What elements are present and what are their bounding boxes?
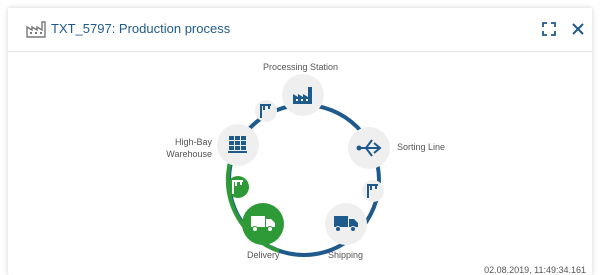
production-process-window: TXT_5797: Production process Processing … [8, 8, 592, 275]
sorting-line-node[interactable] [348, 127, 390, 169]
timestamp: 02.08.2019, 11:49:34.161 [484, 265, 586, 275]
processing-station-node[interactable] [282, 74, 324, 116]
warehouse-label: High-Bay Warehouse [166, 136, 212, 160]
process-diagram [217, 74, 390, 257]
warehouse-label-line2: Warehouse [166, 149, 212, 159]
crane-icon [362, 180, 384, 202]
warehouse-node[interactable] [217, 124, 259, 166]
crane-icon [227, 176, 249, 198]
processing-station-label: Processing Station [263, 62, 339, 72]
shipping-label: Shipping [328, 250, 364, 260]
shipping-node[interactable] [325, 203, 367, 245]
warehouse-label-line1: High-Bay [174, 137, 212, 147]
crane-icon [255, 100, 277, 122]
delivery-node[interactable] [242, 203, 284, 245]
sorting-line-label: Sorting Line [397, 142, 446, 152]
delivery-label: Delivery [247, 250, 280, 260]
